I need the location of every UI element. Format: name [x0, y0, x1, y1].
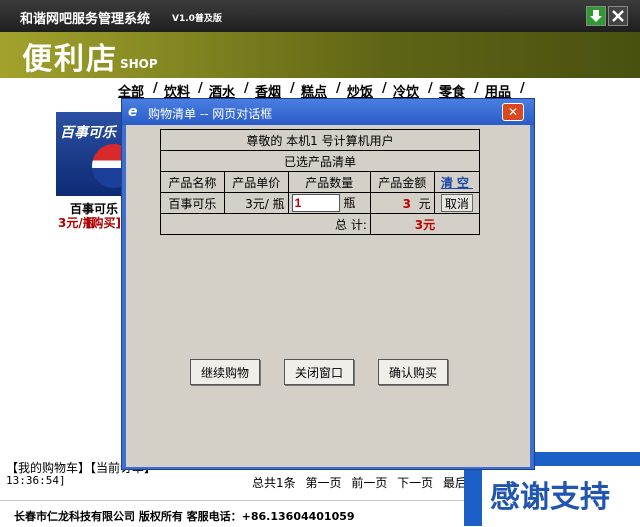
- pager-prev[interactable]: 前一页: [351, 476, 387, 490]
- header-unit-price: 产品单价: [223, 171, 289, 193]
- dialog-body: 尊敬的 本机1 号计算机用户 已选产品清单 产品名称 产品单价 产品数量 产品金…: [126, 125, 530, 467]
- total-value: 3元: [414, 217, 436, 232]
- buy-link[interactable]: [购买]: [86, 214, 121, 231]
- dialog-titlebar[interactable]: e 购物清单 -- 网页对话框 ✕: [122, 99, 534, 125]
- quantity-input[interactable]: [291, 194, 340, 212]
- dialog-close-button[interactable]: ✕: [502, 103, 524, 121]
- total-label: 总 计:: [160, 213, 371, 235]
- app-title: 和谐网吧服务管理系统: [20, 12, 151, 27]
- nav-separator: /: [336, 81, 341, 96]
- row-qty-cell: 瓶: [287, 192, 371, 214]
- pager: 总共1条 第一页 前一页 下一页 最后一页: [252, 474, 497, 491]
- row-amount: 3: [402, 196, 412, 211]
- close-icon: [612, 10, 624, 22]
- category-nav: 全部 / 饮料 / 酒水 / 香烟 / 糕点 / 炒饭 / 冷饮 / 零食 / …: [0, 78, 640, 100]
- row-cancel-cell: 取消: [433, 192, 481, 214]
- nav-separator: /: [382, 81, 387, 96]
- close-icon: ✕: [507, 105, 519, 119]
- ie-icon: e: [128, 104, 138, 120]
- header-name: 产品名称: [160, 171, 225, 193]
- app-version: V1.0普及版: [172, 14, 222, 24]
- table-row: 百事可乐 3元/ 瓶 瓶 3 元 取消: [160, 192, 481, 214]
- pager-first[interactable]: 第一页: [305, 476, 341, 490]
- pager-total: 总共1条: [252, 476, 296, 490]
- product-image-text: 百事可乐: [60, 125, 116, 141]
- pager-next[interactable]: 下一页: [397, 476, 433, 490]
- total-cell: 3元: [369, 213, 481, 235]
- dialog-title: 购物清单 -- 网页对话框: [148, 107, 273, 121]
- row-amount-cell: 3 元: [369, 192, 435, 214]
- cancel-item-button[interactable]: 取消: [440, 194, 473, 212]
- nav-separator: /: [153, 81, 158, 96]
- greeting: 尊敬的 本机1 号计算机用户: [160, 129, 480, 151]
- nav-separator: /: [428, 81, 433, 96]
- row-name: 百事可乐: [160, 192, 225, 214]
- row-qty-unit: 瓶: [343, 196, 356, 210]
- thanks-text: 感谢支持: [490, 480, 610, 515]
- nav-separator: /: [198, 81, 203, 96]
- nav-separator: /: [520, 81, 525, 96]
- row-amount-unit: 元: [418, 196, 431, 211]
- minimize-button[interactable]: [586, 6, 606, 26]
- row-unit-price: 3元/ 瓶: [223, 192, 289, 214]
- shop-title: 便利店: [22, 42, 118, 77]
- footer-company: 长春市仁龙科技有限公司 版权所有 客服电话：+86.13604401059: [14, 510, 355, 523]
- down-arrow-icon: [590, 10, 602, 22]
- clock-time: 13:36:54]: [6, 474, 66, 487]
- clear-cell: 清空: [433, 171, 481, 193]
- app-titlebar: 和谐网吧服务管理系统 V1.0普及版: [0, 0, 640, 32]
- list-title: 已选产品清单: [160, 150, 480, 172]
- shop-subtitle: SHOP: [120, 57, 158, 71]
- close-window-button[interactable]: 关闭窗口: [284, 359, 355, 385]
- header-amount: 产品金额: [369, 171, 435, 193]
- shopping-list-dialog: e 购物清单 -- 网页对话框 ✕ 尊敬的 本机1 号计算机用户 已选产品清单 …: [121, 98, 535, 470]
- clear-link[interactable]: 清空: [441, 176, 473, 190]
- continue-shopping-button[interactable]: 继续购物: [190, 359, 261, 385]
- order-table: 尊敬的 本机1 号计算机用户 已选产品清单 产品名称 产品单价 产品数量 产品金…: [160, 129, 481, 235]
- shop-banner: 便利店 SHOP: [0, 32, 640, 78]
- header-qty: 产品数量: [287, 171, 371, 193]
- nav-separator: /: [290, 81, 295, 96]
- nav-separator: /: [244, 81, 249, 96]
- nav-separator: /: [474, 81, 479, 96]
- confirm-purchase-button[interactable]: 确认购买: [378, 359, 449, 385]
- close-app-button[interactable]: [608, 6, 628, 26]
